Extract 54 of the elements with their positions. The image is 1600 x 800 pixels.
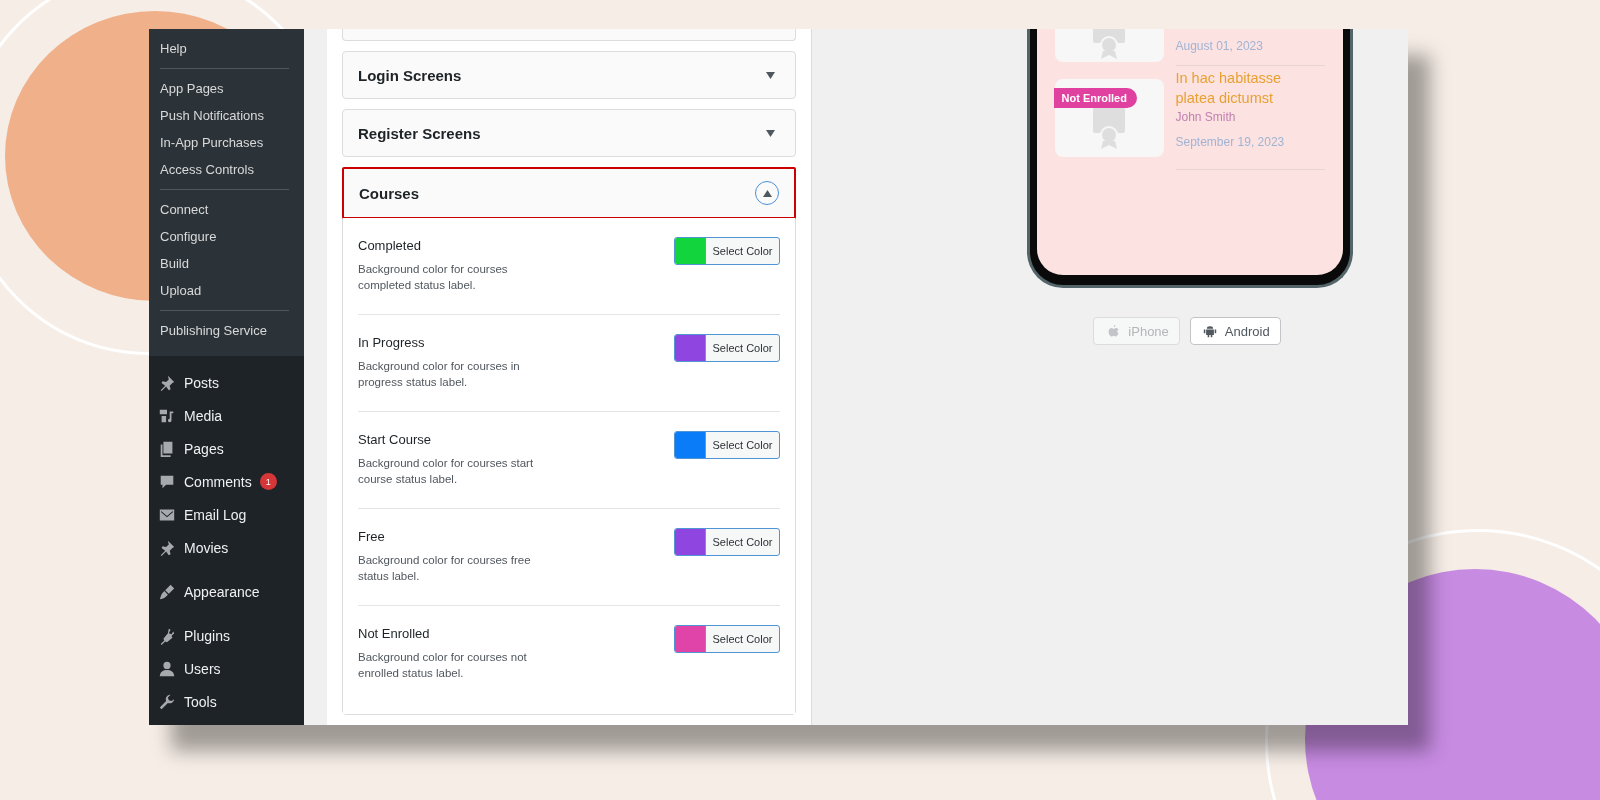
course-date: September 19, 2023 xyxy=(1175,135,1286,149)
wrench-icon xyxy=(158,692,176,711)
setting-label: Free xyxy=(358,529,386,544)
color-picker[interactable]: Select Color xyxy=(674,334,780,362)
paintbrush-icon xyxy=(158,582,176,601)
section-title: Courses xyxy=(359,184,420,202)
status-badge: Not Enrolled xyxy=(1053,88,1137,108)
setting-description: Background color for courses in progress status label. xyxy=(358,359,521,390)
setting-description: Background color for courses start course status label. xyxy=(358,456,535,487)
platform-button[interactable]: Android xyxy=(1189,317,1281,345)
course-author: John Smith xyxy=(1175,110,1237,124)
android-icon xyxy=(1202,324,1217,338)
submenu-item[interactable]: App Pages xyxy=(160,75,289,102)
count-badge: 1 xyxy=(259,473,277,490)
setting-description: Background color for courses completed status label. xyxy=(358,262,509,293)
apple-icon xyxy=(1106,324,1121,338)
submenu-item[interactable]: Push Notifications xyxy=(160,102,289,129)
pin-icon xyxy=(158,538,176,557)
menu-item[interactable]: Pages xyxy=(149,432,304,465)
submenu-item[interactable]: Access Controls xyxy=(160,156,289,183)
menu-item[interactable]: Plugins xyxy=(149,619,304,652)
submenu-item[interactable]: Build xyxy=(160,250,289,277)
plug-icon xyxy=(158,626,176,645)
course-date: August 01, 2023 xyxy=(1175,39,1264,53)
submenu-item[interactable]: Configure xyxy=(160,223,289,250)
menu-item[interactable]: Media xyxy=(149,399,304,432)
menu-item[interactable]: Posts xyxy=(149,366,304,399)
accordion-header[interactable]: Register Screens xyxy=(343,110,795,156)
menu-item[interactable]: Users xyxy=(149,652,304,685)
submenu-item[interactable]: Publishing Service xyxy=(160,317,289,344)
menu-item[interactable]: Movies xyxy=(149,531,304,564)
menu-item[interactable]: Email Log xyxy=(149,498,304,531)
color-picker[interactable]: Select Color xyxy=(674,431,780,459)
accordion-header[interactable]: Login Screens xyxy=(343,52,795,98)
section-title: Login Screens xyxy=(358,66,462,84)
color-picker[interactable]: Select Color xyxy=(674,528,780,556)
setting-description: Background color for courses free status label. xyxy=(358,553,532,584)
submenu-item[interactable]: In-App Purchases xyxy=(160,129,289,156)
section-title: Register Screens xyxy=(358,124,481,142)
setting-description: Background color for courses not enrolled status label. xyxy=(358,650,528,681)
menu-item[interactable]: Appearance xyxy=(149,575,304,608)
user-icon xyxy=(158,659,176,678)
menu-item[interactable]: Comments 1 xyxy=(149,465,304,498)
menu-item[interactable]: Tools xyxy=(149,685,304,718)
pin-icon xyxy=(158,373,176,392)
setting-label: Start Course xyxy=(358,432,432,447)
color-picker[interactable]: Select Color xyxy=(674,237,780,265)
submenu-item[interactable]: Help xyxy=(160,35,289,62)
color-picker[interactable]: Select Color xyxy=(674,625,780,653)
setting-label: Not Enrolled xyxy=(358,626,431,641)
setting-label: In Progress xyxy=(358,335,426,350)
submenu-item[interactable]: Upload xyxy=(160,277,289,304)
submenu-item[interactable]: Connect xyxy=(160,196,289,223)
setting-label: Completed xyxy=(358,238,422,253)
